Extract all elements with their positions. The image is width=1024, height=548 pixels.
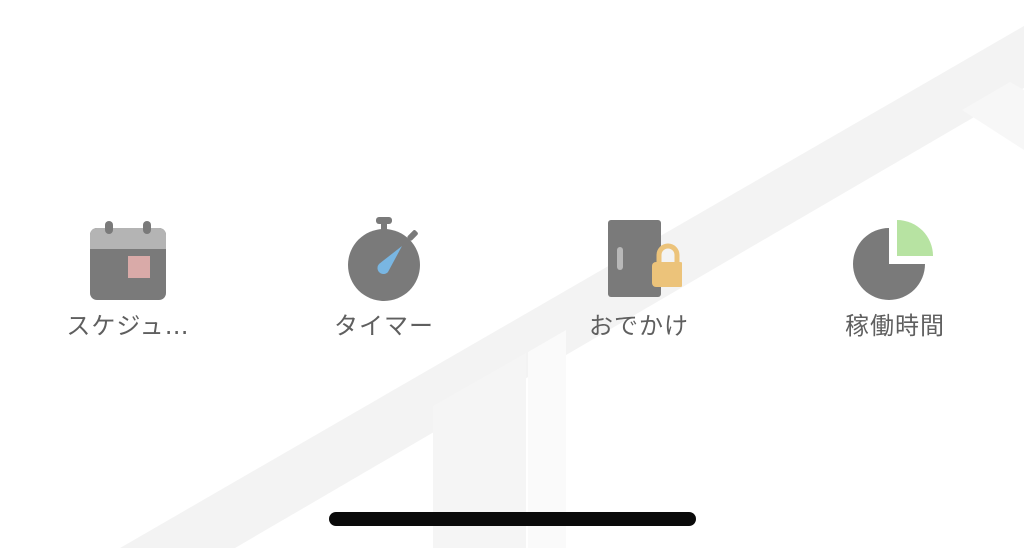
menu-item-label: 稼働時間 [845,312,945,340]
menu-item-timer[interactable]: タイマー [284,212,484,342]
calendar-icon [85,216,171,302]
menu-item-label: スケジュ… [66,312,190,340]
door-lock-icon [596,216,682,302]
menu-item-label: タイマー [334,312,434,340]
pie-chart-icon [852,216,938,302]
menu-item-label: おでかけ [589,312,689,340]
stopwatch-icon [341,216,427,302]
menu-item-runtime[interactable]: 稼働時間 [795,212,995,342]
app-screen: スケジュ… タイマー おでかけ 稼働時間 [0,0,1024,548]
home-indicator[interactable] [329,512,696,526]
menu-item-schedule[interactable]: スケジュ… [28,212,228,342]
menu-item-away[interactable]: おでかけ [539,212,739,342]
menu-row: スケジュ… タイマー おでかけ 稼働時間 [0,212,1024,352]
